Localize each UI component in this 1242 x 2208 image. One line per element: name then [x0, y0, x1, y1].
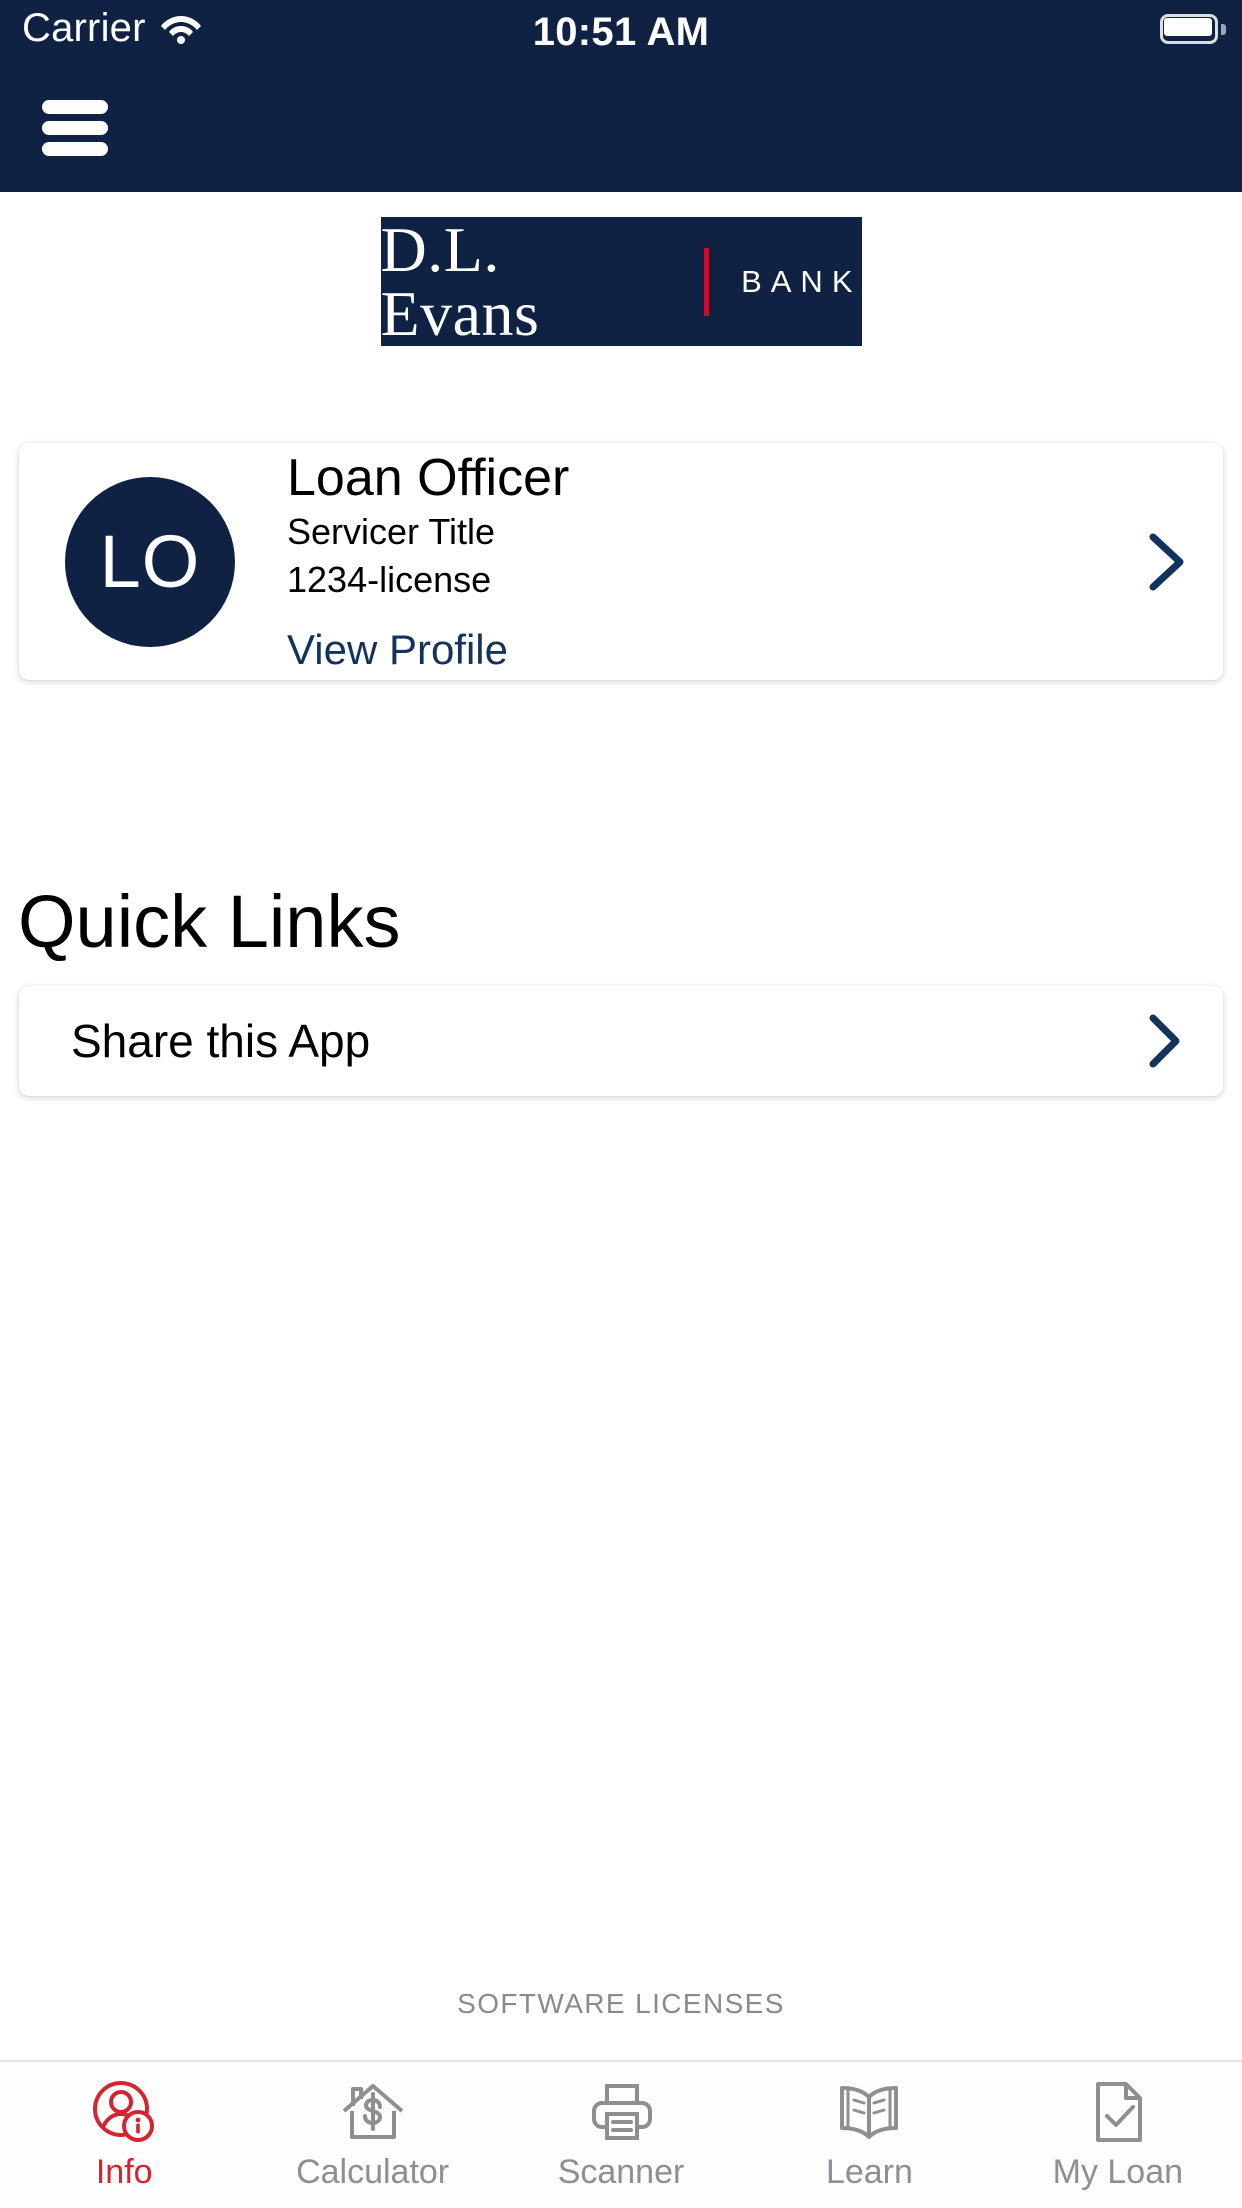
printer-scanner-icon: [588, 2078, 654, 2146]
status-bar: Carrier 10:51 AM: [0, 0, 1242, 80]
clock-label: 10:51 AM: [532, 10, 710, 54]
tab-my-loan[interactable]: My Loan: [994, 2062, 1242, 2208]
battery-full-icon: [1160, 14, 1226, 44]
quick-links-heading: Quick Links: [18, 880, 401, 963]
tab-calculator[interactable]: Calculator: [248, 2062, 496, 2208]
loan-officer-title: Servicer Title: [287, 510, 496, 552]
quick-link-label: Share this App: [71, 1015, 371, 1067]
tab-my-loan-label: My Loan: [1052, 2153, 1184, 2191]
loan-officer-details: Loan Officer Servicer Title 1234-license…: [235, 450, 1143, 674]
loan-officer-license: 1234-license: [287, 559, 492, 601]
status-bar-right: [1160, 14, 1226, 44]
person-info-circle-icon: [91, 2078, 157, 2146]
tab-info-label: Info: [95, 2153, 153, 2191]
tab-learn-label: Learn: [825, 2153, 913, 2191]
avatar: LO: [65, 476, 235, 647]
chevron-right-icon[interactable]: [1143, 1012, 1185, 1070]
bank-logo-box: D.L. Evans BANK: [380, 213, 862, 349]
tab-scanner[interactable]: Scanner: [497, 2062, 745, 2208]
hamburger-menu-icon[interactable]: [42, 100, 108, 156]
app-header: Carrier 10:51 AM: [0, 0, 1242, 192]
tab-calculator-label: Calculator: [296, 2153, 450, 2191]
open-book-icon: [835, 2078, 903, 2146]
tab-scanner-label: Scanner: [557, 2153, 685, 2191]
tab-learn[interactable]: Learn: [745, 2062, 993, 2208]
document-check-icon: [1090, 2078, 1146, 2146]
loan-officer-card[interactable]: LO Loan Officer Servicer Title 1234-lice…: [19, 443, 1223, 680]
bank-logo: D.L. Evans BANK: [0, 217, 1242, 346]
house-dollar-icon: [339, 2078, 407, 2146]
bank-logo-name: D.L. Evans: [380, 213, 540, 349]
quick-link-share-app[interactable]: Share this App: [19, 986, 1223, 1096]
view-profile-link[interactable]: View Profile: [287, 626, 1143, 673]
tab-bar: Info Calculator Scanner Learn My Loan: [0, 2060, 1242, 2208]
bank-logo-word: BANK: [741, 263, 862, 299]
software-licenses-link[interactable]: SOFTWARE LICENSES: [0, 1988, 1242, 2020]
loan-officer-name: Loan Officer: [287, 448, 570, 507]
tab-info[interactable]: Info: [0, 2062, 248, 2208]
app-screen: Carrier 10:51 AM D.L. Evans BANK LO Loan…: [0, 0, 1242, 2208]
chevron-right-icon[interactable]: [1143, 531, 1189, 593]
